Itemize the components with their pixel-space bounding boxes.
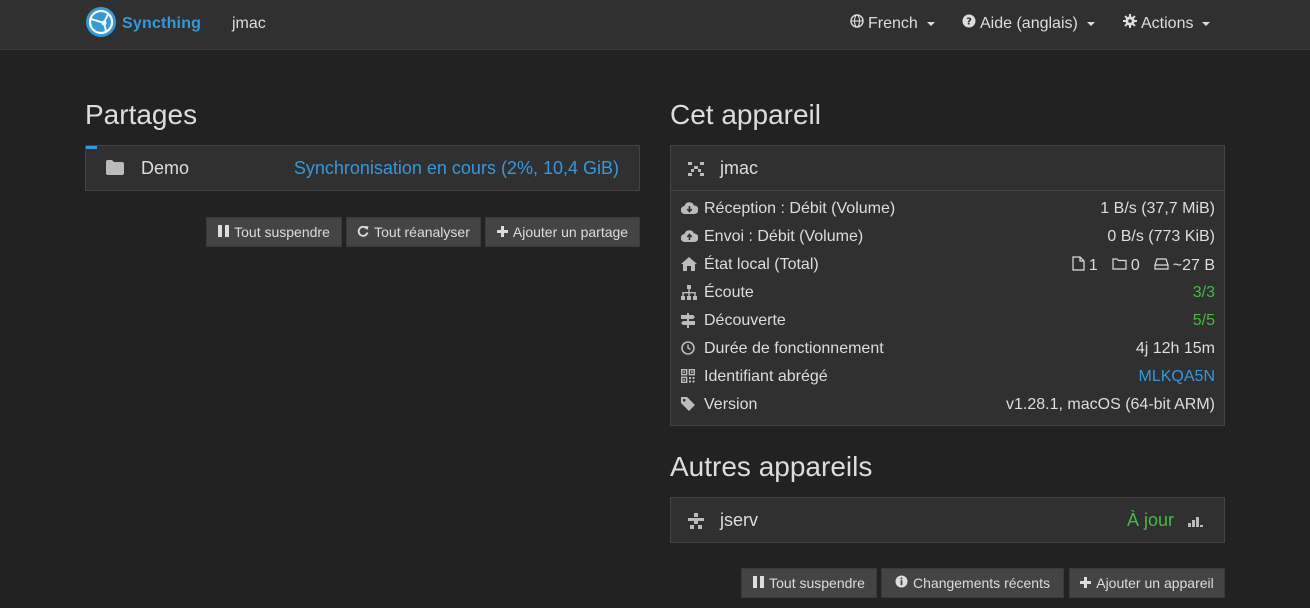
pause-icon <box>753 575 765 591</box>
download-rate-row: Réception : Débit (Volume) 1 B/s (37,7 M… <box>671 195 1224 223</box>
cloud-download-icon <box>680 201 699 217</box>
listeners-label: Écoute <box>704 284 754 301</box>
remote-device-panel-jserv[interactable]: jserv À jour <box>670 497 1225 543</box>
gear-icon <box>1123 14 1137 33</box>
tag-icon <box>681 397 697 413</box>
rescan-all-label: Tout réanalyser <box>374 224 470 240</box>
device-id-label: Identifiant abrégé <box>704 368 828 385</box>
this-device-header[interactable]: jmac <box>671 146 1224 191</box>
plus-icon <box>1080 575 1092 591</box>
sitemap-icon <box>681 285 697 301</box>
signpost-icon <box>681 313 697 329</box>
this-device-heading: Cet appareil <box>670 99 821 130</box>
local-state-label: État local (Total) <box>704 256 819 273</box>
add-folder-label: Ajouter un partage <box>512 224 629 240</box>
folder-status: Synchronisation en cours (2%, 10,4 GiB) <box>293 158 619 178</box>
info-circle-icon <box>895 575 908 591</box>
hdd-icon <box>1154 257 1169 275</box>
pause-all-folders-button[interactable]: Tout suspendre <box>206 217 342 247</box>
svg-text:?: ? <box>966 17 972 28</box>
local-state-row: État local (Total) 1 0 ~27 B <box>671 251 1224 279</box>
language-menu-label: French <box>868 14 918 32</box>
local-files-count: 1 <box>1088 257 1098 274</box>
uptime-row: Durée de fonctionnement 4j 12h 15m <box>671 335 1224 363</box>
uptime-value: 4j 12h 15m <box>1135 340 1215 357</box>
file-icon <box>1072 256 1085 276</box>
caret-down-icon <box>926 21 935 26</box>
signal-bars-icon <box>1188 514 1204 532</box>
question-circle-icon: ? <box>962 14 976 33</box>
pause-all-devices-label: Tout suspendre <box>769 575 865 591</box>
folder-name: Demo <box>141 158 190 178</box>
version-value: v1.28.1, macOS (64-bit ARM) <box>1006 396 1215 413</box>
clock-icon <box>681 341 697 357</box>
globe-icon <box>850 14 864 33</box>
add-folder-button[interactable]: Ajouter un partage <box>485 217 640 247</box>
hostname: jmac <box>232 15 266 32</box>
plus-icon <box>496 224 508 240</box>
pause-icon <box>218 224 230 240</box>
download-rate-value: 1 B/s (37,7 MiB) <box>1100 200 1215 217</box>
cloud-upload-icon <box>680 229 699 245</box>
navbar: Syncthing jmac French ? Aide (anglais) A… <box>0 0 1310 50</box>
upload-rate-row: Envoi : Débit (Volume) 0 B/s (773 KiB) <box>671 223 1224 251</box>
remote-device-status: À jour <box>1126 510 1174 530</box>
help-menu-label: Aide (anglais) <box>980 14 1078 32</box>
uptime-label: Durée de fonctionnement <box>704 340 884 357</box>
actions-menu-label: Actions <box>1141 14 1194 32</box>
add-device-label: Ajouter un appareil <box>1096 575 1214 591</box>
recent-changes-label: Changements récents <box>913 575 1050 591</box>
brand-name: Syncthing <box>122 15 202 32</box>
device-identicon-icon <box>686 160 706 183</box>
remote-device-name: jserv <box>720 510 759 530</box>
refresh-icon <box>357 224 369 240</box>
upload-rate-value: 0 B/s (773 KiB) <box>1107 228 1215 245</box>
help-menu[interactable]: ? Aide (anglais) <box>962 14 1095 33</box>
pause-all-folders-label: Tout suspendre <box>234 224 330 240</box>
local-state-value: 1 0 ~27 B <box>1072 256 1215 276</box>
local-dirs-count: 0 <box>1130 257 1140 274</box>
remote-devices-heading: Autres appareils <box>670 451 873 482</box>
discovery-row: Découverte 5/5 <box>671 307 1224 335</box>
this-device-name: jmac <box>720 158 759 178</box>
recent-changes-button[interactable]: Changements récents <box>881 568 1064 598</box>
home-icon <box>681 257 697 273</box>
actions-menu[interactable]: Actions <box>1123 14 1211 33</box>
folder-icon <box>106 160 124 180</box>
folder-panel-demo[interactable]: Demo Synchronisation en cours (2%, 10,4 … <box>85 145 640 191</box>
add-device-button[interactable]: Ajouter un appareil <box>1069 568 1225 598</box>
upload-rate-label: Envoi : Débit (Volume) <box>704 228 864 245</box>
device-id-value[interactable]: MLKQA5N <box>1139 368 1215 386</box>
folder-progress-bar <box>86 146 98 149</box>
local-size: ~27 B <box>1172 257 1215 274</box>
language-menu[interactable]: French <box>850 14 935 33</box>
brand[interactable]: Syncthing <box>85 6 202 43</box>
folder-outline-icon <box>1112 257 1127 275</box>
listeners-value[interactable]: 3/3 <box>1193 284 1215 302</box>
rescan-all-button[interactable]: Tout réanalyser <box>346 217 481 247</box>
caret-down-icon <box>1202 21 1211 26</box>
version-label: Version <box>704 396 758 413</box>
discovery-value[interactable]: 5/5 <box>1193 312 1215 330</box>
caret-down-icon <box>1086 21 1095 26</box>
pause-all-devices-button[interactable]: Tout suspendre <box>741 568 877 598</box>
version-row: Version v1.28.1, macOS (64-bit ARM) <box>671 391 1224 419</box>
this-device-panel: jmac Réception : Débit (Volume) 1 B/s (3… <box>670 145 1225 426</box>
folders-heading: Partages <box>85 99 198 130</box>
syncthing-logo-icon <box>85 6 117 43</box>
discovery-label: Découverte <box>704 312 786 329</box>
download-rate-label: Réception : Débit (Volume) <box>704 200 896 217</box>
qrcode-icon <box>680 368 697 385</box>
device-identicon-icon <box>686 512 706 535</box>
device-id-row: Identifiant abrégé MLKQA5N <box>671 363 1224 391</box>
listeners-row: Écoute 3/3 <box>671 279 1224 307</box>
